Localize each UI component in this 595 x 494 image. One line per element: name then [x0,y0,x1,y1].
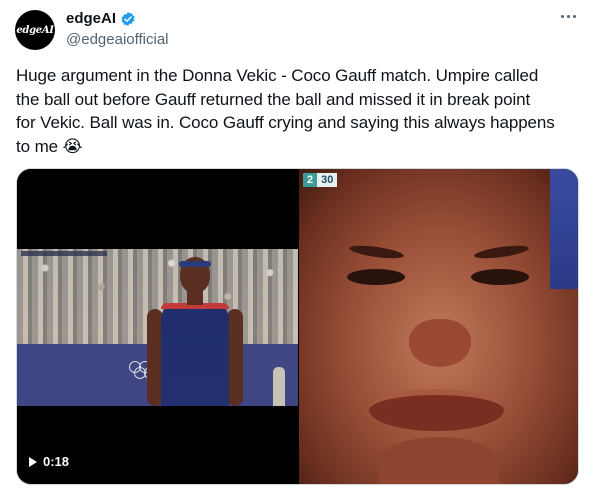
score-games: 2 [303,173,318,187]
player-figure [147,255,247,406]
tweet-text-line: the ball out before Gauff returned the b… [16,89,531,109]
line-judge-figure [273,367,285,406]
verified-badge-icon [121,11,135,26]
video-play-control[interactable]: 0:18 [29,454,69,469]
more-options-icon[interactable] [557,6,579,26]
video-duration: 0:18 [43,454,70,469]
right-eye [471,269,529,285]
left-eye [347,269,405,285]
score-points: 30 [317,173,338,187]
avatar-logo-text: edgeAI [16,24,54,36]
chin [379,437,499,484]
tweet-text-line: to me 😭 [16,136,83,156]
avatar[interactable]: edgeAI [15,10,55,50]
author-handle[interactable]: @edgeaiofficial [66,31,169,48]
tweet-text: Huge argument in the Donna Vekic - Coco … [16,64,581,158]
video-player[interactable]: 0:18 [17,169,298,484]
mouth [369,389,504,431]
nose [409,319,471,367]
play-icon[interactable] [29,456,37,467]
image-closeup[interactable]: 2 30 [299,169,578,484]
author-name-row: edgeAI [66,10,136,27]
media-grid: 0:18 2 30 [16,168,579,485]
broadcast-scorebug [21,251,107,256]
tweet: edgeAI edgeAI @edgeaiofficial Huge argum… [0,0,595,494]
author-display-name[interactable]: edgeAI [66,10,116,27]
video-frame-court [17,249,298,406]
tweet-text-line: Huge argument in the Donna Vekic - Coco … [16,66,539,85]
headband-fragment [550,169,578,289]
score-overlay: 2 30 [303,173,338,187]
tweet-text-line: for Vekic. Ball was in. Coco Gauff cryin… [16,113,555,132]
